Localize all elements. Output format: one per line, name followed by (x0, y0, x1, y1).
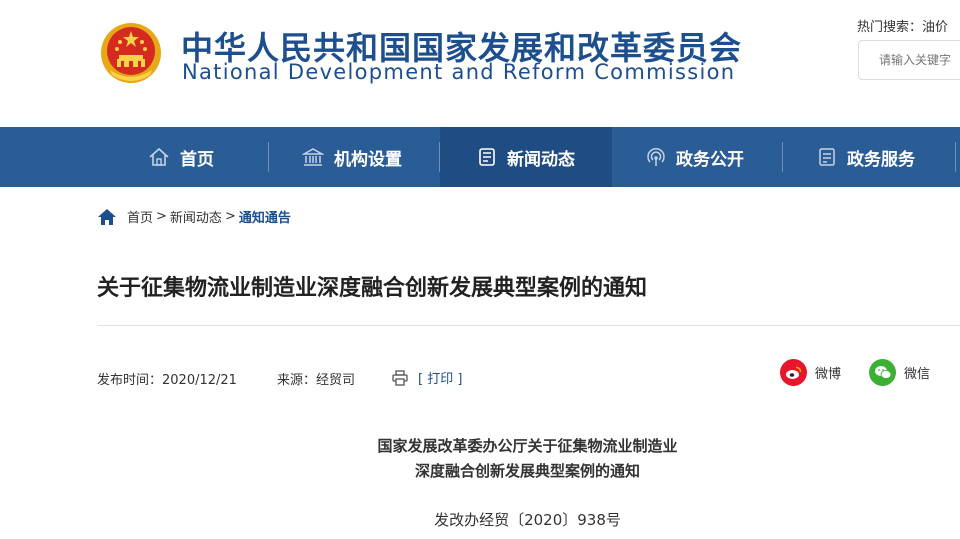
nav-item-home[interactable]: 首页 (148, 127, 214, 187)
site-title-english[interactable]: National Development and Reform Commissi… (182, 60, 735, 84)
nav-item-news[interactable]: 新闻动态 (440, 127, 612, 187)
nav-label-news: 新闻动态 (507, 149, 575, 170)
print-button[interactable]: [ 打印 ] (392, 368, 462, 387)
printer-icon (392, 369, 408, 386)
service-icon (819, 148, 835, 166)
nav-divider (782, 142, 783, 172)
broadcast-icon (647, 147, 665, 166)
nav-item-government-affairs[interactable]: 政务公开 (646, 127, 744, 187)
nav-label-government-affairs: 政务公开 (676, 149, 744, 170)
institution-icon (302, 148, 324, 166)
home-icon (149, 147, 169, 166)
breadcrumb-home-link[interactable]: 首页 (127, 207, 153, 226)
publish-time: 发布时间：2020/12/21 (97, 373, 237, 388)
nav-item-services[interactable]: 政务服务 (817, 127, 915, 187)
weibo-icon (780, 359, 807, 386)
home-icon[interactable] (97, 208, 117, 226)
hot-search-label[interactable]: 热门搜索：油价 (857, 16, 948, 35)
share-weibo-button[interactable]: 微博 (780, 359, 841, 386)
share-weibo-label: 微博 (815, 367, 842, 382)
breadcrumb-current[interactable]: 通知通告 (239, 207, 291, 226)
print-label: [ 打印 ] (418, 372, 463, 387)
nav-divider (268, 142, 269, 172)
share-wechat-label: 微信 (904, 367, 931, 382)
nav-label-home: 首页 (180, 149, 214, 170)
site-header: 中华人民共和国国家发展和改革委员会 National Development a… (0, 0, 960, 127)
nav-divider (955, 142, 956, 172)
nav-label-services: 政务服务 (847, 149, 915, 170)
breadcrumb-news-link[interactable]: 新闻动态 (170, 207, 222, 226)
news-icon (479, 148, 495, 166)
share-wechat-button[interactable]: 微信 (869, 359, 930, 386)
breadcrumb-separator: > (224, 209, 236, 224)
article-title: 关于征集物流业制造业深度融合创新发展典型案例的通知 (97, 276, 648, 301)
nav-label-institutions: 机构设置 (334, 149, 402, 170)
document-number: 发改办经贸〔2020〕938号 (434, 511, 621, 529)
national-emblem-icon[interactable] (100, 20, 162, 86)
breadcrumb: 首页 > 新闻动态 > 通知通告 (97, 207, 291, 226)
title-divider (97, 325, 960, 326)
document-title-line-1: 国家发展改革委办公厅关于征集物流业制造业 (377, 437, 678, 455)
search-input[interactable] (858, 40, 960, 80)
main-navigation: 首页 机构设置 新闻动态 政务公开 政务服务 (0, 127, 960, 187)
document-title-line-2: 深度融合创新发展典型案例的通知 (414, 462, 640, 480)
article-source: 来源：经贸司 (277, 373, 356, 388)
nav-item-institutions[interactable]: 机构设置 (302, 127, 402, 187)
breadcrumb-separator: > (156, 209, 167, 224)
wechat-icon (869, 359, 896, 386)
